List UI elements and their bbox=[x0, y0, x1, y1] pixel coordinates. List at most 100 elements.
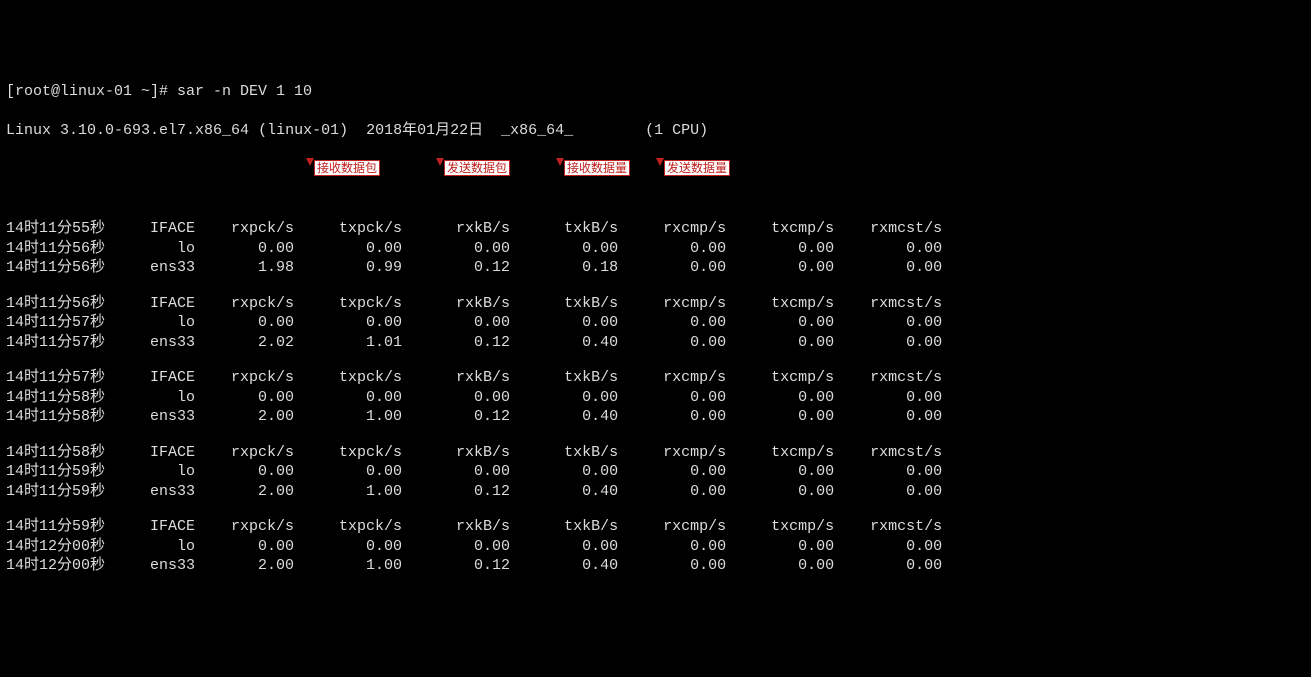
col-iface: IFACE bbox=[105, 517, 195, 537]
annotation-txpck: 发送数据包 bbox=[444, 160, 510, 176]
col-rxcmp: rxcmp/s bbox=[618, 368, 726, 388]
cell-rxkb: 0.12 bbox=[402, 482, 510, 502]
col-txkb: txkB/s bbox=[510, 443, 618, 463]
column-header-row: 14时11分59秒IFACErxpck/stxpck/srxkB/stxkB/s… bbox=[6, 517, 1305, 537]
col-rxmcst: rxmcst/s bbox=[834, 294, 942, 314]
arrow-icon bbox=[436, 158, 444, 166]
output-blocks: 14时11分55秒IFACErxpck/stxpck/srxkB/stxkB/s… bbox=[6, 219, 1305, 576]
sar-block: 14时11分55秒IFACErxpck/stxpck/srxkB/stxkB/s… bbox=[6, 219, 1305, 278]
col-txkb: txkB/s bbox=[510, 368, 618, 388]
data-row: 14时12分00秒lo0.000.000.000.000.000.000.00 bbox=[6, 537, 1305, 557]
column-header-row: 14时11分56秒IFACErxpck/stxpck/srxkB/stxkB/s… bbox=[6, 294, 1305, 314]
data-row: 14时11分58秒lo0.000.000.000.000.000.000.00 bbox=[6, 388, 1305, 408]
cell-rxcmp: 0.00 bbox=[618, 313, 726, 333]
cell-rxkb: 0.12 bbox=[402, 258, 510, 278]
cell-txpck: 0.00 bbox=[294, 313, 402, 333]
cell-txcmp: 0.00 bbox=[726, 537, 834, 557]
cell-rxkb: 0.00 bbox=[402, 537, 510, 557]
cell-txpck: 0.00 bbox=[294, 537, 402, 557]
cell-iface: lo bbox=[105, 388, 195, 408]
cell-rxmcst: 0.00 bbox=[834, 333, 942, 353]
header-time: 14时11分57秒 bbox=[6, 368, 105, 388]
cell-rxkb: 0.12 bbox=[402, 556, 510, 576]
cell-iface: ens33 bbox=[105, 258, 195, 278]
cell-rxpck: 0.00 bbox=[195, 313, 294, 333]
cell-iface: lo bbox=[105, 313, 195, 333]
cell-iface: lo bbox=[105, 462, 195, 482]
cell-iface: lo bbox=[105, 537, 195, 557]
cell-rxkb: 0.00 bbox=[402, 239, 510, 259]
col-rxcmp: rxcmp/s bbox=[618, 294, 726, 314]
cell-rxmcst: 0.00 bbox=[834, 388, 942, 408]
column-header-row: 14时11分58秒IFACErxpck/stxpck/srxkB/stxkB/s… bbox=[6, 443, 1305, 463]
data-row: 14时11分56秒lo0.000.000.000.000.000.000.00 bbox=[6, 239, 1305, 259]
col-rxpck: rxpck/s bbox=[195, 294, 294, 314]
cell-txkb: 0.00 bbox=[510, 537, 618, 557]
arrow-icon bbox=[306, 158, 314, 166]
cell-rxmcst: 0.00 bbox=[834, 556, 942, 576]
header-time: 14时11分58秒 bbox=[6, 443, 105, 463]
cell-txcmp: 0.00 bbox=[726, 313, 834, 333]
cell-rxmcst: 0.00 bbox=[834, 537, 942, 557]
cell-time: 14时11分58秒 bbox=[6, 407, 105, 427]
arch: _x86_64_ bbox=[501, 122, 573, 139]
cell-txkb: 0.00 bbox=[510, 462, 618, 482]
cell-rxpck: 2.00 bbox=[195, 407, 294, 427]
cell-iface: ens33 bbox=[105, 407, 195, 427]
col-txpck: txpck/s bbox=[294, 443, 402, 463]
col-rxpck: rxpck/s bbox=[195, 219, 294, 239]
annotation-txkb: 发送数据量 bbox=[664, 160, 730, 176]
col-txpck: txpck/s bbox=[294, 517, 402, 537]
cell-rxkb: 0.12 bbox=[402, 407, 510, 427]
col-rxmcst: rxmcst/s bbox=[834, 368, 942, 388]
cell-rxmcst: 0.00 bbox=[834, 482, 942, 502]
cell-rxkb: 0.00 bbox=[402, 388, 510, 408]
annotation-rxkb: 接收数据量 bbox=[564, 160, 630, 176]
cell-rxcmp: 0.00 bbox=[618, 258, 726, 278]
cell-rxpck: 2.00 bbox=[195, 556, 294, 576]
cell-rxmcst: 0.00 bbox=[834, 407, 942, 427]
cell-txkb: 0.00 bbox=[510, 239, 618, 259]
col-txcmp: txcmp/s bbox=[726, 294, 834, 314]
cell-txkb: 0.18 bbox=[510, 258, 618, 278]
cell-rxcmp: 0.00 bbox=[618, 537, 726, 557]
cell-txpck: 1.00 bbox=[294, 407, 402, 427]
cell-time: 14时11分59秒 bbox=[6, 462, 105, 482]
col-txkb: txkB/s bbox=[510, 294, 618, 314]
cell-rxcmp: 0.00 bbox=[618, 333, 726, 353]
command-line[interactable]: [root@linux-01 ~]# sar -n DEV 1 10 bbox=[6, 82, 1305, 102]
cell-txkb: 0.00 bbox=[510, 313, 618, 333]
cell-txcmp: 0.00 bbox=[726, 482, 834, 502]
column-header-row: 14时11分57秒IFACErxpck/stxpck/srxkB/stxkB/s… bbox=[6, 368, 1305, 388]
cell-txcmp: 0.00 bbox=[726, 407, 834, 427]
col-txcmp: txcmp/s bbox=[726, 219, 834, 239]
cell-txkb: 0.00 bbox=[510, 388, 618, 408]
col-iface: IFACE bbox=[105, 294, 195, 314]
cell-txkb: 0.40 bbox=[510, 333, 618, 353]
cell-rxpck: 2.00 bbox=[195, 482, 294, 502]
annotation-row: 接收数据包 发送数据包 接收数据量 发送数据量 bbox=[6, 160, 1305, 180]
cell-iface: lo bbox=[105, 239, 195, 259]
hostname: (linux-01) bbox=[258, 122, 348, 139]
col-iface: IFACE bbox=[105, 368, 195, 388]
command-text: sar -n DEV 1 10 bbox=[177, 83, 312, 100]
cell-rxpck: 2.02 bbox=[195, 333, 294, 353]
cell-rxmcst: 0.00 bbox=[834, 239, 942, 259]
sar-block: 14时11分58秒IFACErxpck/stxpck/srxkB/stxkB/s… bbox=[6, 443, 1305, 502]
arrow-icon bbox=[656, 158, 664, 166]
cell-rxmcst: 0.00 bbox=[834, 258, 942, 278]
sar-block: 14时11分59秒IFACErxpck/stxpck/srxkB/stxkB/s… bbox=[6, 517, 1305, 576]
sar-block: 14时11分56秒IFACErxpck/stxpck/srxkB/stxkB/s… bbox=[6, 294, 1305, 353]
cell-time: 14时11分59秒 bbox=[6, 482, 105, 502]
cell-rxmcst: 0.00 bbox=[834, 462, 942, 482]
cell-rxpck: 0.00 bbox=[195, 537, 294, 557]
cell-rxkb: 0.00 bbox=[402, 313, 510, 333]
col-txkb: txkB/s bbox=[510, 517, 618, 537]
cell-rxcmp: 0.00 bbox=[618, 407, 726, 427]
data-row: 14时11分57秒lo0.000.000.000.000.000.000.00 bbox=[6, 313, 1305, 333]
header-time: 14时11分59秒 bbox=[6, 517, 105, 537]
col-rxpck: rxpck/s bbox=[195, 517, 294, 537]
col-txcmp: txcmp/s bbox=[726, 368, 834, 388]
cell-rxpck: 0.00 bbox=[195, 462, 294, 482]
cell-txpck: 0.00 bbox=[294, 239, 402, 259]
